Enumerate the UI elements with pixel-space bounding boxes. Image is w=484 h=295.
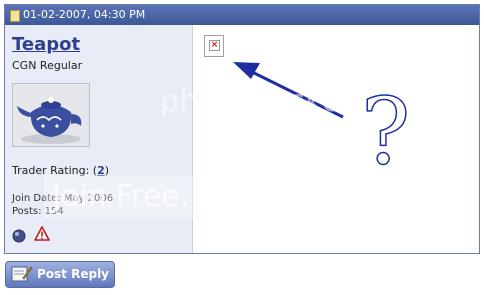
username-link[interactable]: Teapot — [12, 34, 80, 55]
post-reply-button[interactable]: Post Reply — [5, 261, 115, 288]
post-reply-label: Post Reply — [37, 267, 109, 281]
post-date: 01-02-2007, 04:30 PM — [23, 8, 146, 21]
online-status-icon[interactable] — [12, 228, 26, 247]
avatar — [12, 83, 90, 147]
report-post-icon[interactable] — [34, 226, 50, 246]
pen-icon — [9, 264, 33, 288]
broken-image-icon: × — [204, 35, 224, 57]
watermark-banner: Join Free. Share privately. — [44, 175, 460, 219]
post-header: 01-02-2007, 04:30 PM — [5, 5, 479, 25]
watermark-text-top: photobucket — [160, 84, 354, 119]
teapot-avatar-image — [13, 84, 89, 146]
user-title: CGN Regular — [12, 59, 83, 72]
svg-text:?: ? — [361, 78, 410, 185]
document-icon — [10, 10, 20, 22]
